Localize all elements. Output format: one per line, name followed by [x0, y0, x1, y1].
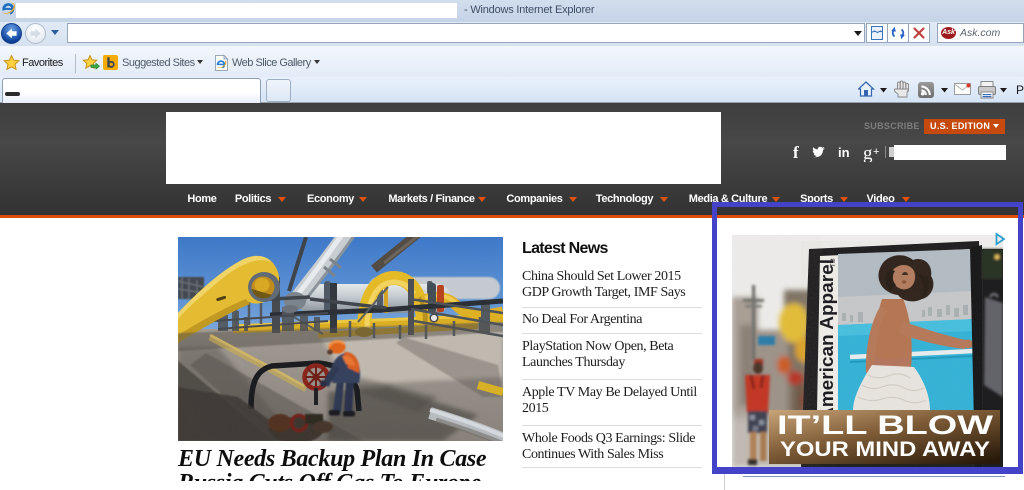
svg-text:in: in — [838, 145, 850, 160]
svg-text:P: P — [1016, 83, 1024, 97]
svg-text:f: f — [793, 143, 799, 162]
svg-text:g: g — [863, 143, 873, 162]
svg-text:+: + — [873, 146, 879, 158]
